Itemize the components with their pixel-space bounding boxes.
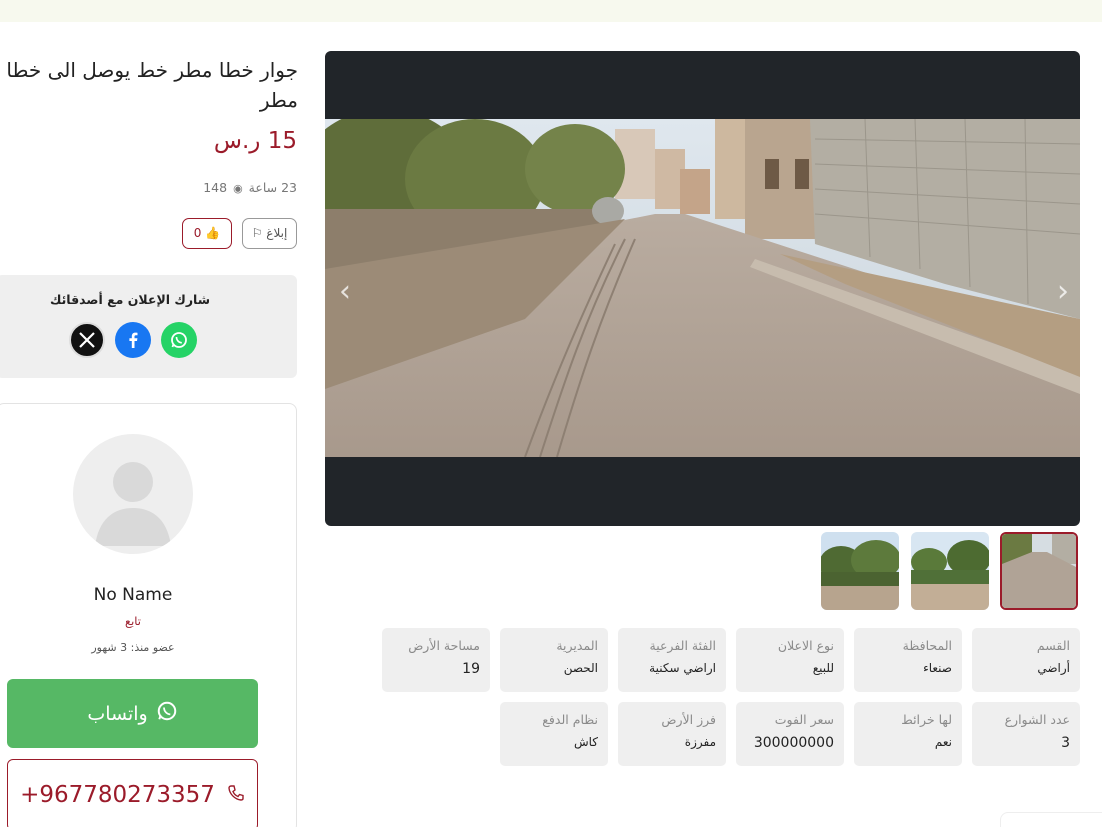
spec-label: المديرية [556, 638, 598, 653]
member-since: عضو منذ: 3 شهور [91, 641, 175, 654]
spec-label: نظام الدفع [542, 712, 598, 727]
whatsapp-icon [156, 700, 178, 727]
listing-price: 15 ر.س [213, 128, 297, 154]
phone-button[interactable]: +967780273357 [7, 759, 258, 827]
share-title: شارك الإعلان مع أصدقائك [49, 292, 211, 307]
spec-label: المحافظة [902, 638, 952, 653]
spec-card-payment: نظام الدفع كاش [500, 702, 608, 766]
spec-value: نعم [934, 735, 952, 749]
spec-card-subcategory: الفئة الفرعية اراضي سكنية [618, 628, 726, 692]
like-button[interactable]: 0 👍 [182, 218, 232, 249]
floating-card [1000, 812, 1102, 827]
spec-card-category: القسم أراضي [972, 628, 1080, 692]
spec-value: مفرزة [684, 735, 716, 749]
spec-value: 19 [462, 661, 480, 677]
seller-name: No Name [93, 585, 173, 605]
spec-label: لها خرائط [901, 712, 952, 727]
seller-role: تابع [124, 614, 142, 628]
spec-label: القسم [1036, 638, 1070, 653]
spec-value: كاش [573, 735, 598, 749]
report-label: إبلاغ [266, 226, 288, 240]
gallery-prev-arrow[interactable]: ‹ [330, 272, 360, 312]
thumbs-up-icon: 👍 [205, 226, 221, 240]
whatsapp-label: واتساب [87, 702, 148, 725]
whatsapp-button[interactable]: واتساب [7, 679, 258, 748]
spec-card-governorate: المحافظة صنعاء [854, 628, 962, 692]
spec-value: أراضي [1037, 661, 1070, 675]
flag-icon: ⚐ [251, 226, 263, 240]
spec-card-land-area: مساحة الأرض 19 [382, 628, 490, 692]
spec-card-land-sorting: فرز الأرض مفرزة [618, 702, 726, 766]
report-button[interactable]: إبلاغ ⚐ [242, 218, 297, 249]
avatar [73, 434, 193, 554]
eye-icon: ◉ [233, 182, 243, 195]
facebook-icon[interactable] [115, 322, 151, 358]
gallery-next-arrow[interactable]: › [1048, 272, 1078, 312]
spec-card-foot-price: سعر الفوت 300000000 [736, 702, 844, 766]
listing-title: جوار خطا مطر خط يوصل الى خطا مطر [6, 58, 298, 112]
main-photo [325, 119, 1080, 457]
spec-card-ad-type: نوع الاعلان للبيع [736, 628, 844, 692]
spec-label: عدد الشوارع [1004, 712, 1070, 727]
spec-value: للبيع [812, 661, 834, 675]
x-icon[interactable] [69, 322, 105, 358]
spec-label: مساحة الأرض [408, 638, 480, 653]
posted-time: 23 ساعة [248, 180, 297, 195]
spec-value: صنعاء [923, 661, 952, 675]
spec-label: نوع الاعلان [777, 638, 834, 653]
spec-card-streets: عدد الشوارع 3 [972, 702, 1080, 766]
phone-number: +967780273357 [20, 782, 215, 808]
view-count: 148 [203, 180, 228, 195]
spec-card-district: المديرية الحصن [500, 628, 608, 692]
spec-label: سعر الفوت [774, 712, 834, 727]
listing-meta: 23 ساعة ◉ 148 [150, 180, 297, 195]
spec-label: فرز الأرض [661, 712, 716, 727]
thumbnail[interactable] [821, 532, 899, 610]
image-gallery[interactable] [325, 51, 1080, 526]
spec-value: 300000000 [753, 735, 834, 751]
spec-value: الحصن [563, 661, 598, 675]
top-bar [0, 0, 1102, 22]
spec-card-has-maps: لها خرائط نعم [854, 702, 962, 766]
whatsapp-icon[interactable] [161, 322, 197, 358]
thumbnail-active[interactable] [1000, 532, 1078, 610]
thumbnail[interactable] [911, 532, 989, 610]
spec-value: 3 [1061, 735, 1070, 751]
like-count: 0 [193, 226, 202, 240]
spec-value: اراضي سكنية [649, 661, 716, 675]
share-box: شارك الإعلان مع أصدقائك [0, 275, 297, 378]
spec-label: الفئة الفرعية [649, 638, 717, 653]
phone-icon [227, 782, 245, 808]
